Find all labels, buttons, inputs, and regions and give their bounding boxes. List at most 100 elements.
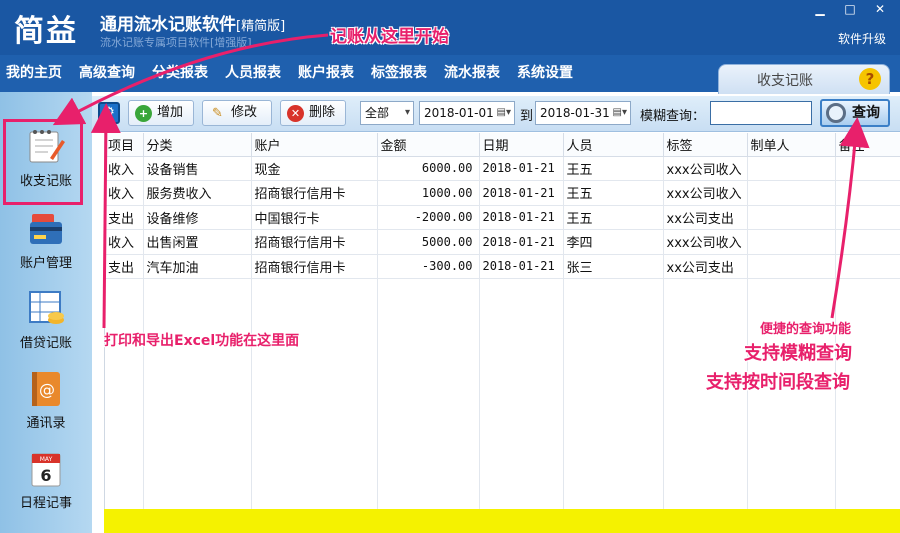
cell-category: 服务费收入 [143,180,252,206]
column-header[interactable]: 制单人 [747,133,836,157]
sidebar-item-label: 通讯录 [26,416,66,431]
cell-person: 王五 [563,205,664,230]
cell-note [835,180,900,206]
annotation-query-title: 便捷的查询功能 [760,322,852,337]
cell-type: 支出 [105,254,144,279]
toolbar: ⚙ + 增加 ✎ 修改 ✕ 删除 全部 ▾ 2018-01-01 ▤▾ 到 20… [92,96,900,132]
menu-item-account-report[interactable]: 账户报表 [298,62,354,82]
table-header-row: 项目 分类 账户 金额 日期 人员 标签 制单人 备注 [105,133,900,157]
cell-person: 李四 [563,229,664,255]
date-from-value: 2018-01-01 [424,106,494,120]
sidebar-item-accounts[interactable]: 账户管理 [8,210,84,271]
calendar-icon: MAY 6 [31,453,61,487]
settings-gear-icon[interactable]: ⚙ [98,102,120,124]
window-controls: ▁ □ ✕ [812,2,888,16]
cell-category: 设备维修 [143,205,252,230]
magnifier-icon [826,103,846,123]
add-button-label: 增加 [157,105,184,120]
cell-type: 收入 [105,180,144,206]
fuzzy-search-label: 模糊查询： [640,109,706,124]
menu-item-person-report[interactable]: 人员报表 [225,62,281,82]
cell-amount: -300.00 [377,254,480,279]
cell-date: 2018-01-21 [479,205,564,230]
cell-note [835,156,900,181]
column-header[interactable]: 标签 [663,133,748,157]
ledger-coins-icon [29,291,64,324]
cell-note [835,229,900,255]
title-bar: 简益 通用流水记账软件[精简版] 流水记账专属项目软件[增强版] ▁ □ ✕ 软… [0,0,900,55]
sidebar-item-label: 借贷记账 [19,336,72,351]
plus-icon: + [135,105,152,122]
fuzzy-search-input[interactable] [710,101,812,125]
cell-account: 招商银行信用卡 [251,254,378,279]
upgrade-link[interactable]: 软件升级 [838,30,886,47]
help-icon[interactable]: ? [859,68,881,90]
sidebar-item-label: 账户管理 [19,256,72,271]
cell-amount: 5000.00 [377,229,480,255]
table-row[interactable]: 收入 设备销售 现金 6000.00 2018-01-21 王五 xxx公司收入 [105,156,900,181]
edit-button[interactable]: ✎ 修改 [202,100,272,126]
cell-creator [747,156,836,181]
column-header[interactable]: 分类 [143,133,252,157]
cell-creator [747,205,836,230]
cell-category: 出售闲置 [143,229,252,255]
annotation-query-fuzzy: 支持模糊查询 [744,343,852,364]
app-title-text: 通用流水记账软件 [100,15,236,35]
cell-tag: xxx公司收入 [663,180,748,206]
date-from-picker[interactable]: 2018-01-01 ▤▾ [419,101,515,125]
table-row[interactable]: 收入 出售闲置 招商银行信用卡 5000.00 2018-01-21 李四 xx… [105,229,900,255]
delete-button[interactable]: ✕ 删除 [280,100,346,126]
cell-type: 收入 [105,156,144,181]
table-row[interactable]: 收入 服务费收入 招商银行信用卡 1000.00 2018-01-21 王五 x… [105,180,900,206]
svg-text:@: @ [39,380,55,399]
cell-account: 现金 [251,156,378,181]
app-logo: 简益 [14,14,78,49]
sidebar-highlight-frame [3,119,83,205]
column-header[interactable]: 日期 [479,133,564,157]
table-row[interactable]: 支出 设备维修 中国银行卡 -2000.00 2018-01-21 王五 xx公… [105,205,900,230]
cell-type: 支出 [105,205,144,230]
column-header[interactable]: 金额 [377,133,480,157]
column-header[interactable]: 项目 [105,133,144,157]
cell-category: 设备销售 [143,156,252,181]
maximize-icon[interactable]: □ [842,2,858,16]
sidebar-item-schedule[interactable]: MAY 6 日程记事 [8,450,84,511]
cell-creator [747,229,836,255]
menu-item-home[interactable]: 我的主页 [6,62,62,82]
date-to-picker[interactable]: 2018-01-31 ▤▾ [535,101,631,125]
type-filter-select[interactable]: 全部 ▾ [360,101,414,125]
sidebar-item-label: 日程记事 [19,496,72,511]
cell-tag: xxx公司收入 [663,229,748,255]
cell-creator [747,254,836,279]
menu-item-advanced-query[interactable]: 高级查询 [79,62,135,82]
cell-type: 收入 [105,229,144,255]
table-row[interactable]: 支出 汽车加油 招商银行信用卡 -300.00 2018-01-21 张三 xx… [105,254,900,279]
sidebar-item-loans[interactable]: 借贷记账 [8,290,84,351]
add-button[interactable]: + 增加 [128,100,194,126]
annotation-print-export: 打印和导出Excel功能在这里面 [104,333,300,349]
sidebar-item-contacts[interactable]: @ 通讯录 [8,370,84,431]
column-header[interactable]: 账户 [251,133,378,157]
column-header[interactable]: 备注 [835,133,900,157]
cell-account: 招商银行信用卡 [251,180,378,206]
column-header[interactable]: 人员 [563,133,664,157]
search-button-label: 查询 [852,105,880,121]
menu-item-settings[interactable]: 系统设置 [517,62,573,82]
pencil-icon: ✎ [212,106,223,121]
menu-item-category-report[interactable]: 分类报表 [152,62,208,82]
tab-label: 收支记账 [757,73,813,89]
cell-account: 中国银行卡 [251,205,378,230]
edit-button-label: 修改 [231,105,258,120]
tab-income-expense[interactable]: 收支记账 ? [718,64,890,94]
minimize-icon[interactable]: ▁ [812,2,828,16]
menu-item-tag-report[interactable]: 标签报表 [371,62,427,82]
search-button[interactable]: 查询 [820,99,890,127]
calendar-day: 6 [40,466,51,485]
cell-note [835,254,900,279]
address-book-icon: @ [32,372,60,406]
cell-tag: xxx公司收入 [663,156,748,181]
menu-item-flow-report[interactable]: 流水报表 [444,62,500,82]
date-to-label: 到 [520,109,534,124]
cell-date: 2018-01-21 [479,180,564,206]
close-icon[interactable]: ✕ [872,2,888,16]
